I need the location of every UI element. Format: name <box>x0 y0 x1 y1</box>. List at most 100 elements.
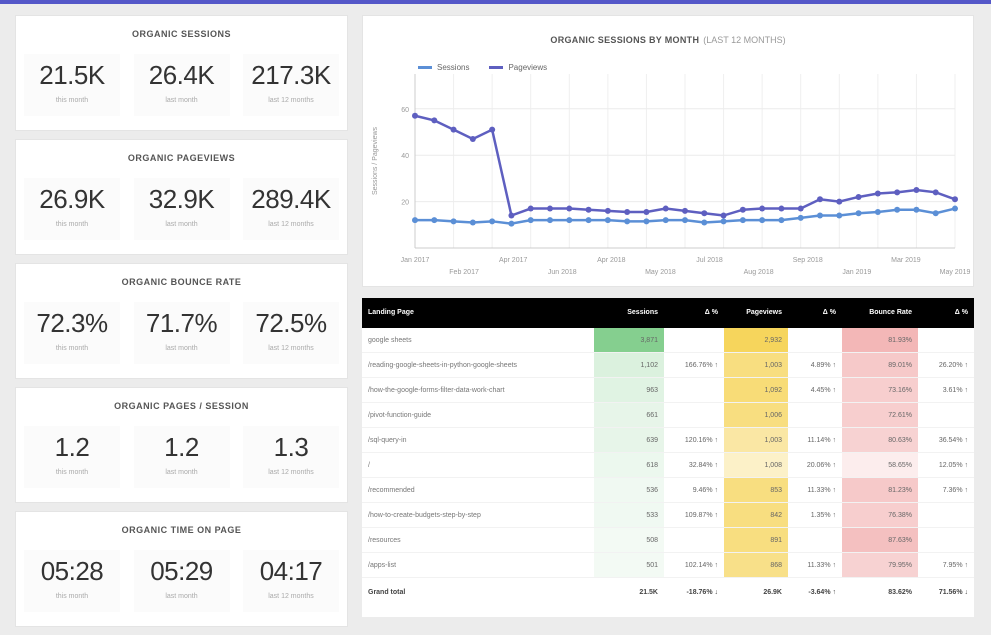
data-point-pageviews <box>585 206 592 213</box>
table-row[interactable]: /apps-list 501 102.14% ↑ 868 11.33% ↑ 79.95% 7… <box>362 552 974 578</box>
kpi-value: 1.2 <box>54 432 90 462</box>
line-chart[interactable]: 20 40 60 Sessions / Pageviews Jan 2017 Feb 20… <box>363 16 973 286</box>
data-point-pageviews <box>759 205 766 212</box>
kpi-scorecard[interactable]: 1.2 last month <box>133 426 230 488</box>
cell-pageviews: 1,008 <box>724 452 788 478</box>
cell-bounce-rate: 79.95% <box>842 552 918 578</box>
cell-sessions: 1,102 <box>594 352 664 378</box>
cell-landing-page: Grand total <box>368 588 406 596</box>
table-row[interactable]: /reading-google-sheets-in-python-google-… <box>362 352 974 378</box>
cell-sessions: 639 <box>594 427 664 453</box>
table-row[interactable]: /recommended 536 9.46% ↑ 853 11.33% ↑ 81.23% 7… <box>362 477 974 503</box>
kpi-scorecard[interactable]: 289.4K last 12 months <box>243 178 339 240</box>
top-accent-bar <box>0 0 991 4</box>
cell-landing-page: /resources <box>362 527 594 553</box>
kpi-scorecard[interactable]: 1.2 this month <box>24 426 120 488</box>
cell-sessions-delta <box>664 328 724 353</box>
kpi-value: 26.4K <box>148 60 215 90</box>
data-point-pageviews <box>566 205 573 212</box>
kpi-scorecard[interactable]: 32.9K last month <box>133 178 230 240</box>
data-point-sessions <box>662 217 669 224</box>
kpi-scorecard[interactable]: 72.3% this month <box>24 302 120 364</box>
kpi-cells: 1.2 this month 1.2 last month 1.3 last 12 mon… <box>24 426 339 488</box>
table-row[interactable]: /resources 508 891 87.63% <box>362 527 974 553</box>
kpi-period-label: this month <box>55 97 89 104</box>
cell-bounce-delta: 26.20% ↑ <box>918 352 974 378</box>
kpi-value: 1.2 <box>164 432 199 462</box>
y-tick-label: 60 <box>401 107 409 114</box>
data-point-sessions <box>913 206 920 213</box>
table-row[interactable]: google sheets 3,871 2,932 81.93% <box>362 328 974 353</box>
cell-sessions: 618 <box>594 452 664 478</box>
cell-sessions-delta: 109.87% ↑ <box>664 502 724 528</box>
kpi-card: ORGANIC PAGEVIEWS 26.9K this month 32.9K las… <box>15 139 348 255</box>
y-tick-label: 20 <box>401 200 409 207</box>
kpi-scorecard[interactable]: 72.5% last 12 months <box>243 302 339 364</box>
cell-pageviews-delta: 11.33% ↑ <box>788 477 842 503</box>
cell-sessions: 536 <box>594 477 664 503</box>
cell-pageviews: 891 <box>724 527 788 553</box>
cell-pageviews-delta <box>788 402 842 428</box>
kpi-scorecard[interactable]: 05:28 this month <box>24 550 120 612</box>
cell-sessions-delta: 102.14% ↑ <box>664 552 724 578</box>
data-point-pageviews <box>836 198 843 205</box>
kpi-scorecard[interactable]: 26.4K last month <box>133 54 230 116</box>
cell-bounce-rate: 58.65% <box>842 452 918 478</box>
col-header-sessions-delta[interactable]: Δ % <box>664 298 724 328</box>
kpi-value: 32.9K <box>148 184 215 214</box>
x-tick-label: Aug 2018 <box>744 269 774 276</box>
data-point-sessions <box>778 217 785 224</box>
data-point-sessions <box>624 218 631 225</box>
table-total-row[interactable]: Grand total 21.5K -18.76% ↓ 26.9K -3.64% ↑ 83… <box>362 578 974 607</box>
kpi-cells: 72.3% this month 71.7% last month 72.5% last … <box>24 302 339 364</box>
data-point-pageviews <box>855 193 862 200</box>
table-row[interactable]: /how-to-create-budgets-step-by-step 533 10… <box>362 502 974 528</box>
cell-bounce-delta: 36.54% ↑ <box>918 427 974 453</box>
x-tick-label: Apr 2018 <box>597 257 626 264</box>
table-row[interactable]: /618 32.84% ↑ 1,008 20.06% ↑ 58.65% 12.05% ↑ <box>362 452 974 478</box>
table-row[interactable]: /pivot-function-guide 661 1,006 72.61% <box>362 402 974 428</box>
kpi-title: ORGANIC PAGES / SESSION <box>114 401 249 411</box>
col-header-bounce-delta[interactable]: Δ % <box>918 298 974 328</box>
kpi-title: ORGANIC TIME ON PAGE <box>121 525 242 535</box>
col-header-pageviews[interactable]: Pageviews <box>724 298 788 328</box>
kpi-scorecard[interactable]: 1.3 last 12 months <box>243 426 339 488</box>
cell-bounce-rate: 83.62% <box>888 588 912 596</box>
kpi-scorecard[interactable]: 71.7% last month <box>133 302 230 364</box>
kpi-title: ORGANIC BOUNCE RATE <box>121 277 242 287</box>
kpi-scorecard[interactable]: 21.5K this month <box>24 54 120 116</box>
kpi-period-label: last month <box>165 97 198 104</box>
data-point-pageviews <box>662 205 669 212</box>
kpi-value: 26.9K <box>39 184 105 214</box>
cell-pageviews-delta: 11.14% ↑ <box>788 427 842 453</box>
cell-bounce-delta: 3.61% ↑ <box>918 377 974 403</box>
x-tick-label: May 2018 <box>645 269 676 276</box>
col-header-landing-page[interactable]: Landing Page <box>362 298 594 328</box>
cell-sessions-delta: 120.16% ↑ <box>664 427 724 453</box>
kpi-scorecard[interactable]: 26.9K this month <box>24 178 120 240</box>
table-row[interactable]: /how-the-google-forms-filter-data-work-c… <box>362 377 974 403</box>
kpi-value: 289.4K <box>251 184 331 214</box>
data-point-pageviews <box>469 135 476 142</box>
cell-sessions: 661 <box>594 402 664 428</box>
data-point-sessions <box>894 206 901 213</box>
kpi-scorecard[interactable]: 05:29 last month <box>133 550 230 612</box>
kpi-column: ORGANIC SESSIONS 21.5K this month 26.4K last… <box>15 15 348 635</box>
data-point-sessions <box>508 220 515 227</box>
col-header-pageviews-delta[interactable]: Δ % <box>788 298 842 328</box>
table-header-row: Landing Page Sessions Δ % Pageviews Δ % … <box>362 298 974 328</box>
kpi-scorecard[interactable]: 217.3K last 12 months <box>243 54 339 116</box>
table-row[interactable]: /sql-query-in 639 120.16% ↑ 1,003 11.14% ↑ 80… <box>362 427 974 453</box>
cell-sessions: 3,871 <box>594 328 664 353</box>
x-tick-label: Jan 2019 <box>842 269 871 276</box>
cell-bounce-delta: 7.95% ↑ <box>918 552 974 578</box>
kpi-scorecard[interactable]: 04:17 last 12 months <box>243 550 339 612</box>
col-header-sessions[interactable]: Sessions <box>594 298 664 328</box>
data-point-sessions <box>489 218 496 225</box>
data-point-pageviews <box>450 126 457 133</box>
cell-landing-page: /sql-query-in <box>362 427 594 453</box>
col-header-bounce-rate[interactable]: Bounce Rate <box>842 298 918 328</box>
data-point-sessions <box>431 217 438 224</box>
x-tick-label: Mar 2019 <box>891 257 921 264</box>
cell-pageviews: 1,003 <box>724 352 788 378</box>
